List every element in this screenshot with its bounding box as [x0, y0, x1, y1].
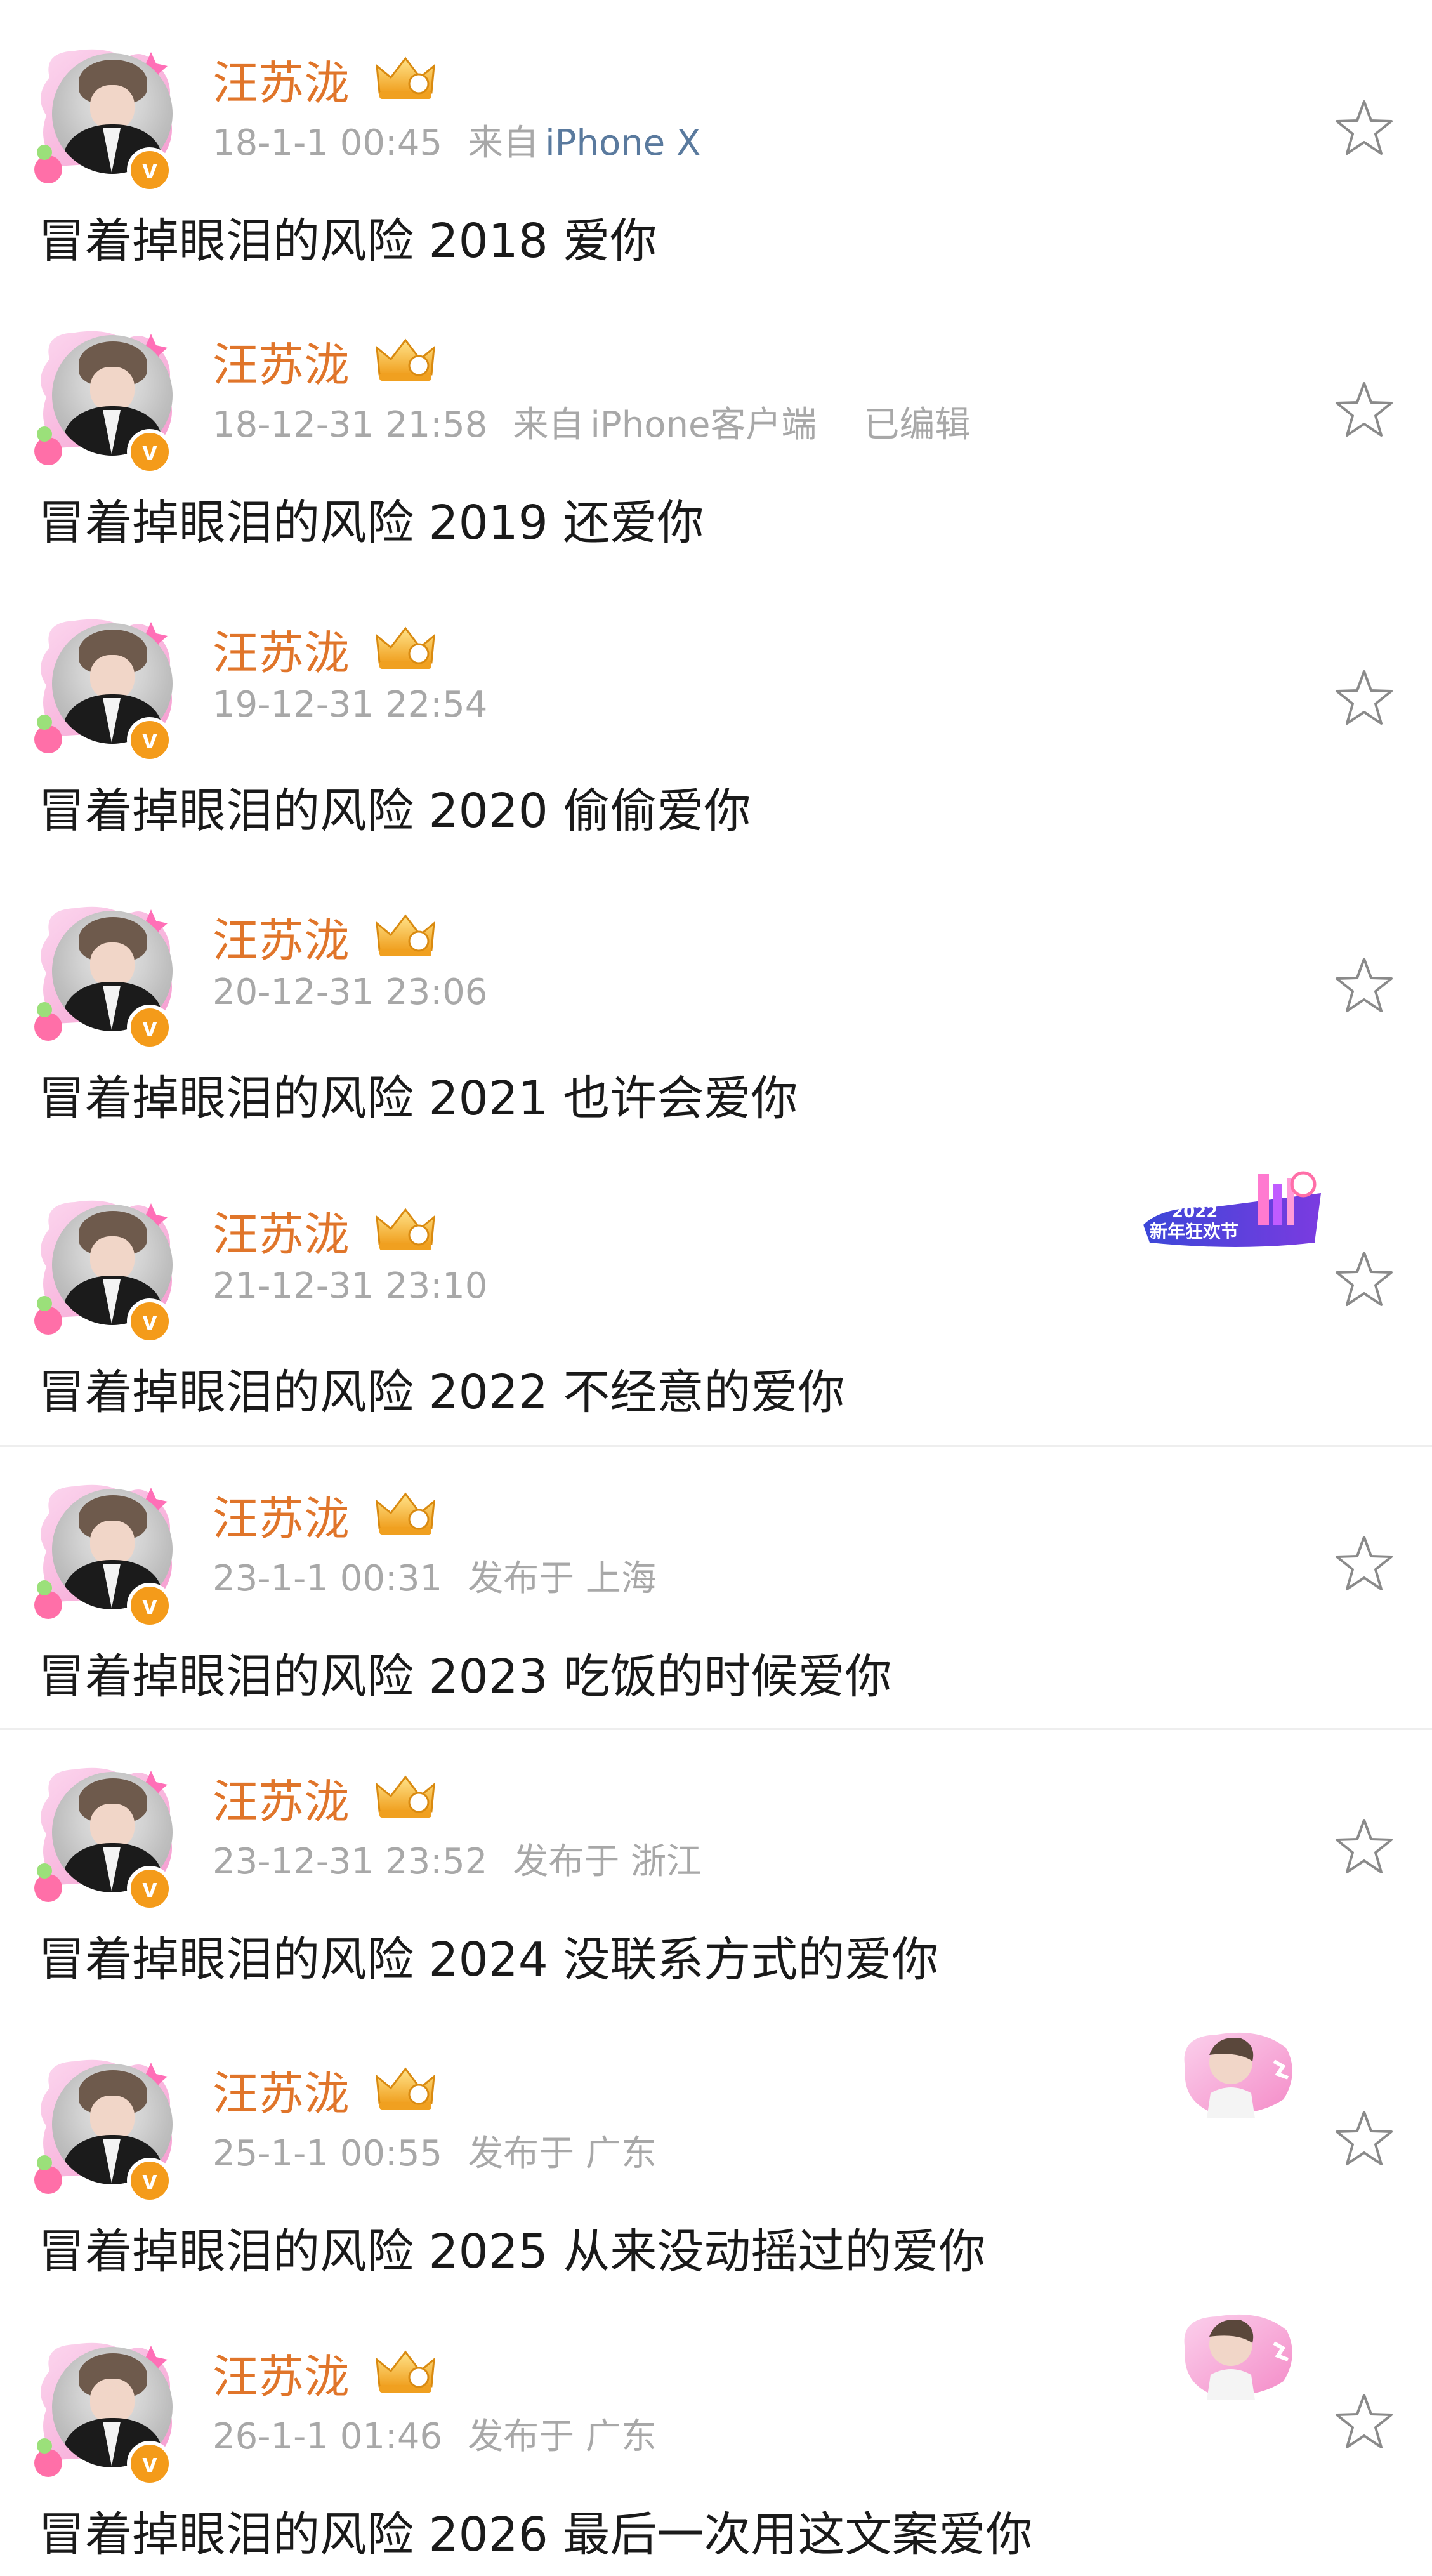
avatar[interactable]: v	[30, 1758, 183, 1912]
post-meta: 20-12-31 23:06	[213, 972, 513, 1013]
post-meta: 25-1-1 00:55 发布于 广东	[213, 2125, 682, 2176]
source-label: 来自	[513, 404, 584, 446]
avatar[interactable]: v	[30, 1191, 183, 1344]
user-name[interactable]: 汪苏泷	[213, 1481, 350, 1548]
verified-badge-icon: v	[127, 2441, 173, 2487]
source-link[interactable]: iPhone客户端	[590, 404, 817, 446]
post-content: 冒着掉眼泪的风险 2026 最后一次用这文案爱你	[38, 2507, 1033, 2562]
post-time: 20-12-31 23:06	[213, 972, 488, 1013]
post-content: 冒着掉眼泪的风险 2025 从来没动摇过的爱你	[38, 2224, 986, 2279]
verified-badge-icon: v	[127, 1005, 173, 1050]
weibo-post[interactable]: v 汪苏泷 23-1-1 00:31 发布于 上海 冒着掉眼泪的风险 2023 吃…	[0, 1445, 1432, 1729]
weibo-post[interactable]: v 汪苏泷 19-12-31 22:54 冒着掉眼泪的风险 2020 偷偷爱你	[0, 609, 1432, 876]
star-icon[interactable]	[1334, 380, 1395, 440]
post-content: 冒着掉眼泪的风险 2020 偷偷爱你	[38, 784, 751, 838]
edited-label: 已编辑	[864, 404, 971, 446]
post-time: 23-12-31 23:52	[213, 1841, 488, 1882]
avatar[interactable]: v	[30, 1475, 183, 1628]
post-location: 发布于 浙江	[513, 1841, 702, 1882]
avatar[interactable]: v	[30, 321, 183, 475]
verified-badge-icon: v	[127, 717, 173, 763]
user-name[interactable]: 汪苏泷	[213, 1764, 350, 1831]
crown-icon	[376, 1492, 435, 1535]
source-label: 来自	[468, 122, 539, 164]
verified-badge-icon: v	[127, 2158, 173, 2203]
sticker-title-text: 新年狂欢节	[1150, 1221, 1238, 1242]
post-meta: 19-12-31 22:54	[213, 684, 513, 725]
user-name[interactable]: 汪苏泷	[213, 903, 350, 970]
crown-icon	[376, 56, 435, 99]
weibo-post[interactable]: v 汪苏泷 18-1-1 00:45 来自 iPhone X 冒着掉眼泪的风险 20…	[0, 39, 1432, 306]
avatar[interactable]: v	[30, 897, 183, 1050]
crown-icon	[376, 1775, 435, 1818]
crown-icon	[376, 914, 435, 956]
post-time: 26-1-1 01:46	[213, 2416, 443, 2457]
post-content: 冒着掉眼泪的风险 2021 也许会爱你	[38, 1071, 798, 1126]
post-content: 冒着掉眼泪的风险 2019 还爱你	[38, 496, 704, 550]
weibo-post[interactable]: v 汪苏泷 25-1-1 00:55 发布于 广东 冒着掉眼泪的风险 2025 从…	[0, 2032, 1432, 2310]
post-content: 冒着掉眼泪的风险 2023 吃饭的时候爱你	[38, 1649, 892, 1704]
crown-icon	[376, 2067, 435, 2110]
star-icon[interactable]	[1334, 98, 1395, 159]
verified-badge-icon: v	[127, 429, 173, 475]
post-time: 21-12-31 23:10	[213, 1265, 488, 1307]
crown-icon	[376, 338, 435, 381]
crown-icon	[376, 2350, 435, 2393]
post-location: 发布于 广东	[468, 2133, 657, 2174]
weibo-post[interactable]: v 汪苏泷 20-12-31 23:06 冒着掉眼泪的风险 2021 也许会爱你	[0, 897, 1432, 1163]
post-location: 发布于 上海	[468, 1558, 657, 1599]
post-time: 25-1-1 00:55	[213, 2133, 443, 2174]
new-year-carnival-sticker: 2022 新年狂欢节	[1143, 1171, 1321, 1247]
post-time: 18-1-1 00:45	[213, 122, 443, 164]
post-time: 18-12-31 21:58	[213, 404, 488, 446]
crown-icon	[376, 1208, 435, 1250]
post-location: 发布于 广东	[468, 2416, 657, 2457]
user-name[interactable]: 汪苏泷	[213, 2056, 350, 2123]
user-name[interactable]: 汪苏泷	[213, 46, 350, 112]
post-meta: 18-1-1 00:45 来自 iPhone X	[213, 114, 726, 166]
weibo-post[interactable]: v 汪苏泷 23-12-31 23:52 发布于 浙江 冒着掉眼泪的风险 2024…	[0, 1728, 1432, 2009]
star-icon[interactable]	[1334, 668, 1395, 729]
idol-sticker	[1184, 2314, 1292, 2400]
star-icon[interactable]	[1334, 955, 1395, 1016]
user-name[interactable]: 汪苏泷	[213, 616, 350, 682]
avatar[interactable]: v	[30, 2333, 183, 2487]
post-time: 23-1-1 00:31	[213, 1558, 443, 1599]
verified-badge-icon: v	[127, 1583, 173, 1628]
post-meta: 23-1-1 00:31 发布于 上海	[213, 1550, 682, 1601]
weibo-post[interactable]: v 汪苏泷 21-12-31 23:10 冒着掉眼泪的风险 2022 不经意的爱…	[0, 1171, 1432, 1444]
source-link[interactable]: iPhone X	[545, 122, 700, 164]
avatar[interactable]: v	[30, 609, 183, 763]
star-icon[interactable]	[1334, 2108, 1395, 2169]
post-content: 冒着掉眼泪的风险 2024 没联系方式的爱你	[38, 1932, 939, 1987]
user-name[interactable]: 汪苏泷	[213, 2339, 350, 2406]
post-meta: 26-1-1 01:46 发布于 广东	[213, 2408, 682, 2459]
star-icon[interactable]	[1334, 1249, 1395, 1310]
user-name[interactable]: 汪苏泷	[213, 327, 350, 394]
crown-icon	[376, 626, 435, 669]
star-icon[interactable]	[1334, 1816, 1395, 1877]
weibo-post[interactable]: v 汪苏泷 26-1-1 01:46 发布于 广东 冒着掉眼泪的风险 2026 最…	[0, 2314, 1432, 2576]
verified-badge-icon: v	[127, 1298, 173, 1344]
verified-badge-icon: v	[127, 147, 173, 193]
post-meta: 23-12-31 23:52 发布于 浙江	[213, 1833, 727, 1884]
verified-badge-icon: v	[127, 1866, 173, 1912]
idol-sticker	[1184, 2032, 1292, 2118]
sticker-year-text: 2022	[1172, 1203, 1218, 1222]
post-content: 冒着掉眼泪的风险 2022 不经意的爱你	[38, 1365, 845, 1420]
weibo-post[interactable]: v 汪苏泷 18-12-31 21:58 来自 iPhone客户端 已编辑 冒着掉眼泪…	[0, 321, 1432, 588]
post-time: 19-12-31 22:54	[213, 684, 488, 725]
post-content: 冒着掉眼泪的风险 2018 爱你	[38, 214, 657, 268]
post-meta: 21-12-31 23:10	[213, 1265, 513, 1307]
avatar[interactable]: v	[30, 2050, 183, 2203]
star-icon[interactable]	[1334, 2391, 1395, 2452]
post-meta: 18-12-31 21:58 来自 iPhone客户端 已编辑	[213, 396, 995, 447]
star-icon[interactable]	[1334, 1533, 1395, 1594]
avatar[interactable]: v	[30, 39, 183, 193]
user-name[interactable]: 汪苏泷	[213, 1197, 350, 1264]
